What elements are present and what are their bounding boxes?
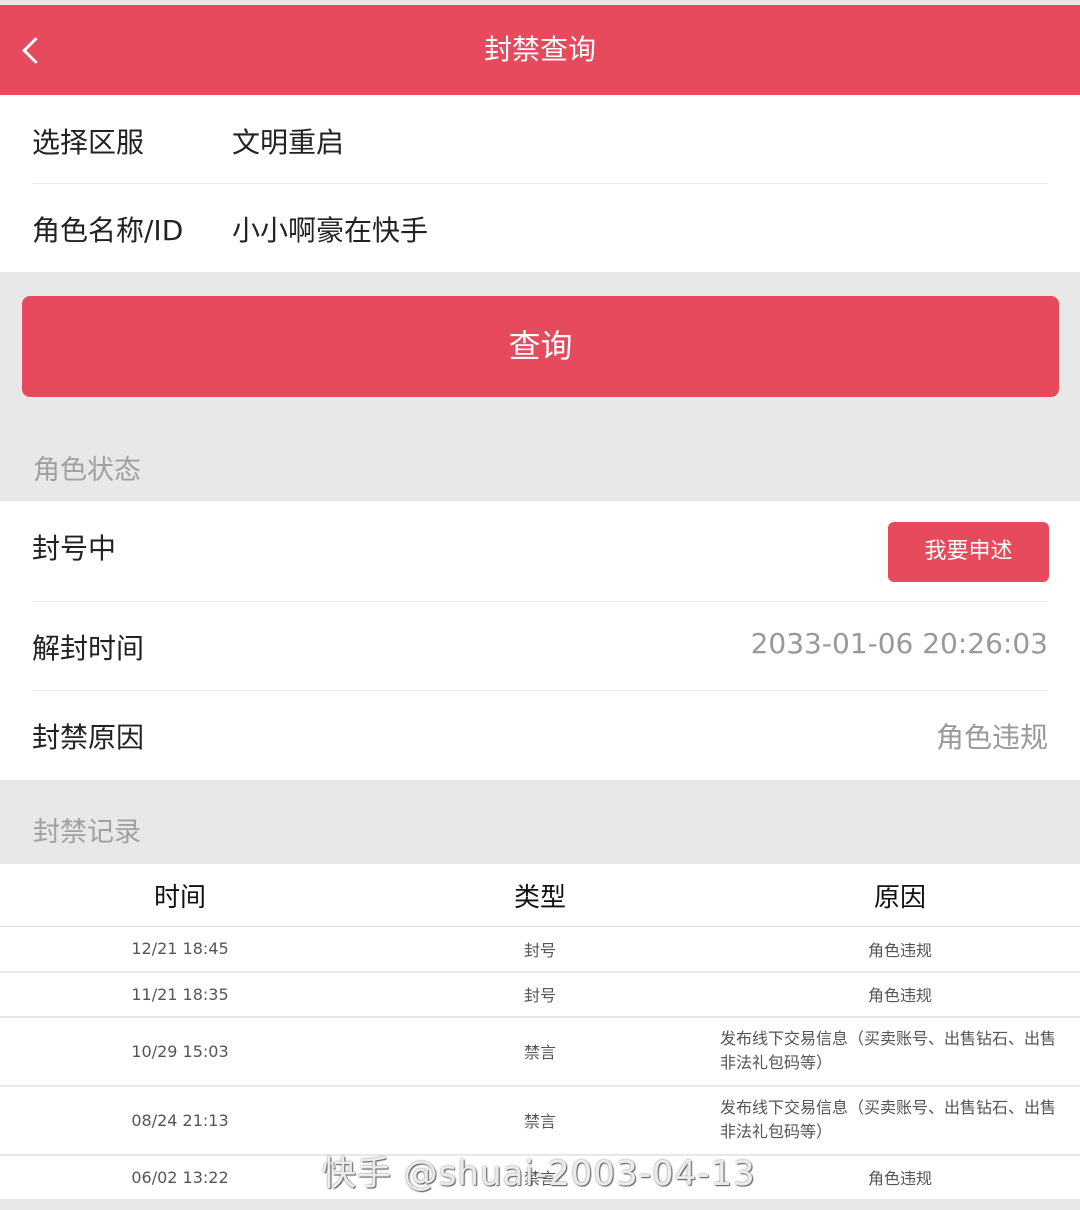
divider bbox=[32, 601, 1048, 602]
unban-time: 2033-01-06 20:26:03 bbox=[750, 627, 1048, 660]
server-label: 选择区服 bbox=[32, 126, 145, 159]
role-input[interactable]: 小小啊豪在快手 bbox=[232, 209, 428, 249]
column-header-type: 类型 bbox=[360, 864, 720, 927]
table-row: 11/21 18:35 封号 角色违规 bbox=[0, 971, 1080, 1018]
record-time: 12/21 18:45 bbox=[0, 926, 361, 973]
record-time: 11/21 18:35 bbox=[0, 971, 361, 1018]
role-row[interactable]: 角色名称/ID 小小啊豪在快手 bbox=[32, 209, 1048, 249]
status-section-title: 角色状态 bbox=[33, 455, 141, 486]
top-bar: 封禁查询 bbox=[0, 5, 1080, 95]
unban-row: 解封时间 2033-01-06 20:26:03 bbox=[32, 627, 1048, 667]
status-label: 封号中 bbox=[32, 532, 117, 565]
reason-value: 角色违规 bbox=[935, 721, 1048, 754]
record-time: 08/24 21:13 bbox=[0, 1085, 361, 1156]
server-row[interactable]: 选择区服 文明重启 bbox=[32, 121, 1048, 161]
record-reason: 角色违规 bbox=[719, 1154, 1080, 1201]
unban-label: 解封时间 bbox=[32, 632, 145, 665]
table-row: 10/29 15:03 禁言 发布线下交易信息（买卖账号、出售钻石、出售非法礼包… bbox=[0, 1016, 1080, 1087]
page-title: 封禁查询 bbox=[483, 33, 596, 66]
record-type: 封号 bbox=[360, 971, 720, 1018]
query-button[interactable]: 查询 bbox=[22, 296, 1059, 397]
reason-label: 封禁原因 bbox=[32, 721, 145, 754]
record-type: 禁言 bbox=[360, 1085, 720, 1156]
reason-row: 封禁原因 角色违规 bbox=[32, 716, 1048, 756]
table-header-row: 时间 类型 原因 bbox=[0, 864, 1080, 927]
divider bbox=[32, 690, 1048, 691]
divider bbox=[32, 183, 1048, 184]
record-type: 禁言 bbox=[360, 1016, 720, 1087]
table-row: 12/21 18:45 封号 角色违规 bbox=[0, 926, 1080, 973]
record-reason: 发布线下交易信息（买卖账号、出售钻石、出售非法礼包码等） bbox=[719, 1016, 1080, 1087]
status-panel: 封号中 我要申述 解封时间 2033-01-06 20:26:03 封禁原因 角… bbox=[0, 501, 1080, 780]
records-section-title: 封禁记录 bbox=[33, 817, 141, 848]
server-value[interactable]: 文明重启 bbox=[232, 121, 344, 161]
record-reason: 角色违规 bbox=[719, 971, 1080, 1018]
role-label: 角色名称/ID bbox=[32, 214, 184, 247]
watermark: 快手 @shuai-2003-04-13 bbox=[322, 1154, 756, 1194]
record-reason: 角色违规 bbox=[719, 926, 1080, 973]
record-reason: 发布线下交易信息（买卖账号、出售钻石、出售非法礼包码等） bbox=[719, 1085, 1080, 1156]
record-time: 10/29 15:03 bbox=[0, 1016, 361, 1087]
column-header-time: 时间 bbox=[0, 864, 361, 927]
query-form: 选择区服 文明重启 角色名称/ID 小小啊豪在快手 bbox=[0, 95, 1080, 272]
record-type: 封号 bbox=[360, 926, 720, 973]
record-time: 06/02 13:22 bbox=[0, 1154, 361, 1201]
table-row: 08/24 21:13 禁言 发布线下交易信息（买卖账号、出售钻石、出售非法礼包… bbox=[0, 1085, 1080, 1156]
column-header-reason: 原因 bbox=[719, 864, 1080, 927]
appeal-button[interactable]: 我要申述 bbox=[888, 522, 1049, 582]
